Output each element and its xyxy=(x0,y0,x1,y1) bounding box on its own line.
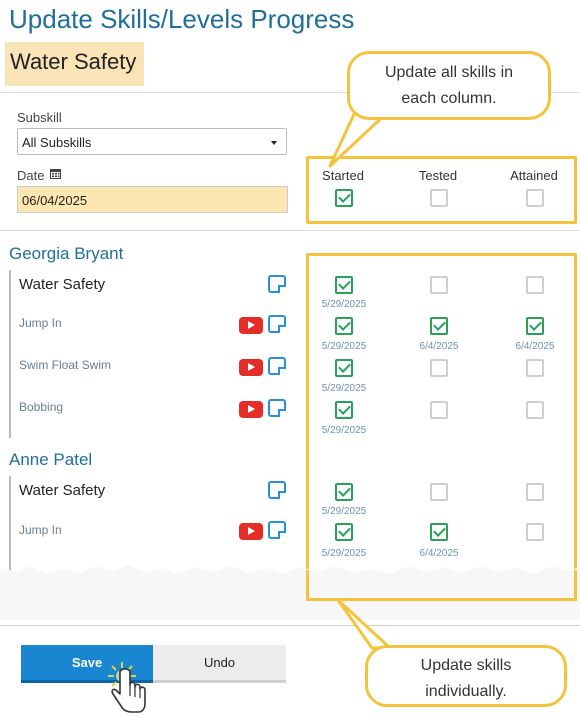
started-date: 5/29/2025 xyxy=(321,299,367,310)
note-icon[interactable] xyxy=(268,357,286,375)
skill-grid-highlight-edge xyxy=(306,570,309,601)
callout-update-columns: Update all skills in each column. xyxy=(347,51,551,120)
note-icon[interactable] xyxy=(268,481,286,499)
started-date: 5/29/2025 xyxy=(321,383,367,394)
started-checkbox[interactable] xyxy=(335,276,353,294)
torn-edge xyxy=(0,565,580,620)
attained-checkbox[interactable] xyxy=(526,483,544,501)
date-label: Date xyxy=(17,168,45,183)
attained-checkbox[interactable] xyxy=(526,523,544,541)
attained-date: 6/4/2025 xyxy=(515,341,555,352)
subskill-label: Bobbing xyxy=(19,400,64,414)
started-checkbox[interactable] xyxy=(335,317,353,335)
callout-text: Update skills xyxy=(420,657,512,674)
divider xyxy=(0,230,580,231)
student-name: Anne Patel xyxy=(9,450,93,469)
subskill-label: Subskill xyxy=(17,110,62,125)
tree-line xyxy=(9,270,11,438)
video-play-icon[interactable] xyxy=(239,317,263,334)
subskill-label: Jump In xyxy=(19,523,62,537)
date-field[interactable]: 06/04/2025 xyxy=(17,186,288,213)
student-name: Georgia Bryant xyxy=(9,244,124,263)
skill-grid-highlight-edge xyxy=(574,570,577,601)
skill-label: Water Safety xyxy=(19,482,106,499)
video-play-icon[interactable] xyxy=(239,523,263,540)
skill-label: Water Safety xyxy=(19,276,106,293)
skill-header: Water Safety xyxy=(5,42,144,86)
started-checkbox[interactable] xyxy=(335,401,353,419)
callout-text: each column. xyxy=(401,90,497,107)
video-play-icon[interactable] xyxy=(239,359,263,376)
subskill-label: Swim Float Swim xyxy=(19,358,112,372)
callout-text: individually. xyxy=(425,683,507,700)
chevron-down-icon xyxy=(271,141,277,145)
tested-checkbox[interactable] xyxy=(430,523,448,541)
attained-checkbox[interactable] xyxy=(526,401,544,419)
attained-checkbox[interactable] xyxy=(526,359,544,377)
column-header-attained: Attained xyxy=(510,168,558,183)
attained-checkbox[interactable] xyxy=(526,317,544,335)
subskill-select[interactable]: All Subskills xyxy=(17,128,287,155)
attained-checkbox[interactable] xyxy=(526,276,544,294)
started-all-checkbox[interactable] xyxy=(335,189,353,207)
tested-checkbox[interactable] xyxy=(430,317,448,335)
skill-header-label: Water Safety xyxy=(10,49,137,74)
callout-update-individually: Update skills individually. xyxy=(365,645,567,707)
started-checkbox[interactable] xyxy=(335,523,353,541)
hand-cursor-icon xyxy=(108,662,146,713)
tested-date: 6/4/2025 xyxy=(419,341,459,352)
date-field-value: 06/04/2025 xyxy=(22,193,88,208)
column-header-started: Started xyxy=(322,168,364,183)
started-checkbox[interactable] xyxy=(335,483,353,501)
started-date: 5/29/2025 xyxy=(321,341,367,352)
note-icon[interactable] xyxy=(268,521,286,539)
tested-checkbox[interactable] xyxy=(430,483,448,501)
column-header-tested: Tested xyxy=(418,168,458,183)
tested-all-checkbox[interactable] xyxy=(430,189,448,207)
started-date: 5/29/2025 xyxy=(321,506,367,517)
started-checkbox[interactable] xyxy=(335,359,353,377)
started-date: 5/29/2025 xyxy=(321,425,367,436)
tested-checkbox[interactable] xyxy=(430,359,448,377)
note-icon[interactable] xyxy=(268,399,286,417)
divider xyxy=(0,625,580,626)
subskill-select-value: All Subskills xyxy=(22,135,92,150)
note-icon[interactable] xyxy=(268,275,286,293)
callout-text: Update all skills in xyxy=(384,64,514,81)
undo-button[interactable]: Undo xyxy=(153,645,286,683)
note-icon[interactable] xyxy=(268,315,286,333)
calendar-icon[interactable] xyxy=(50,168,61,179)
tested-checkbox[interactable] xyxy=(430,401,448,419)
video-play-icon[interactable] xyxy=(239,401,263,418)
tested-checkbox[interactable] xyxy=(430,276,448,294)
page-title: Update Skills/Levels Progress xyxy=(9,4,355,34)
attained-all-checkbox[interactable] xyxy=(526,189,544,207)
subskill-label: Jump In xyxy=(19,316,62,330)
